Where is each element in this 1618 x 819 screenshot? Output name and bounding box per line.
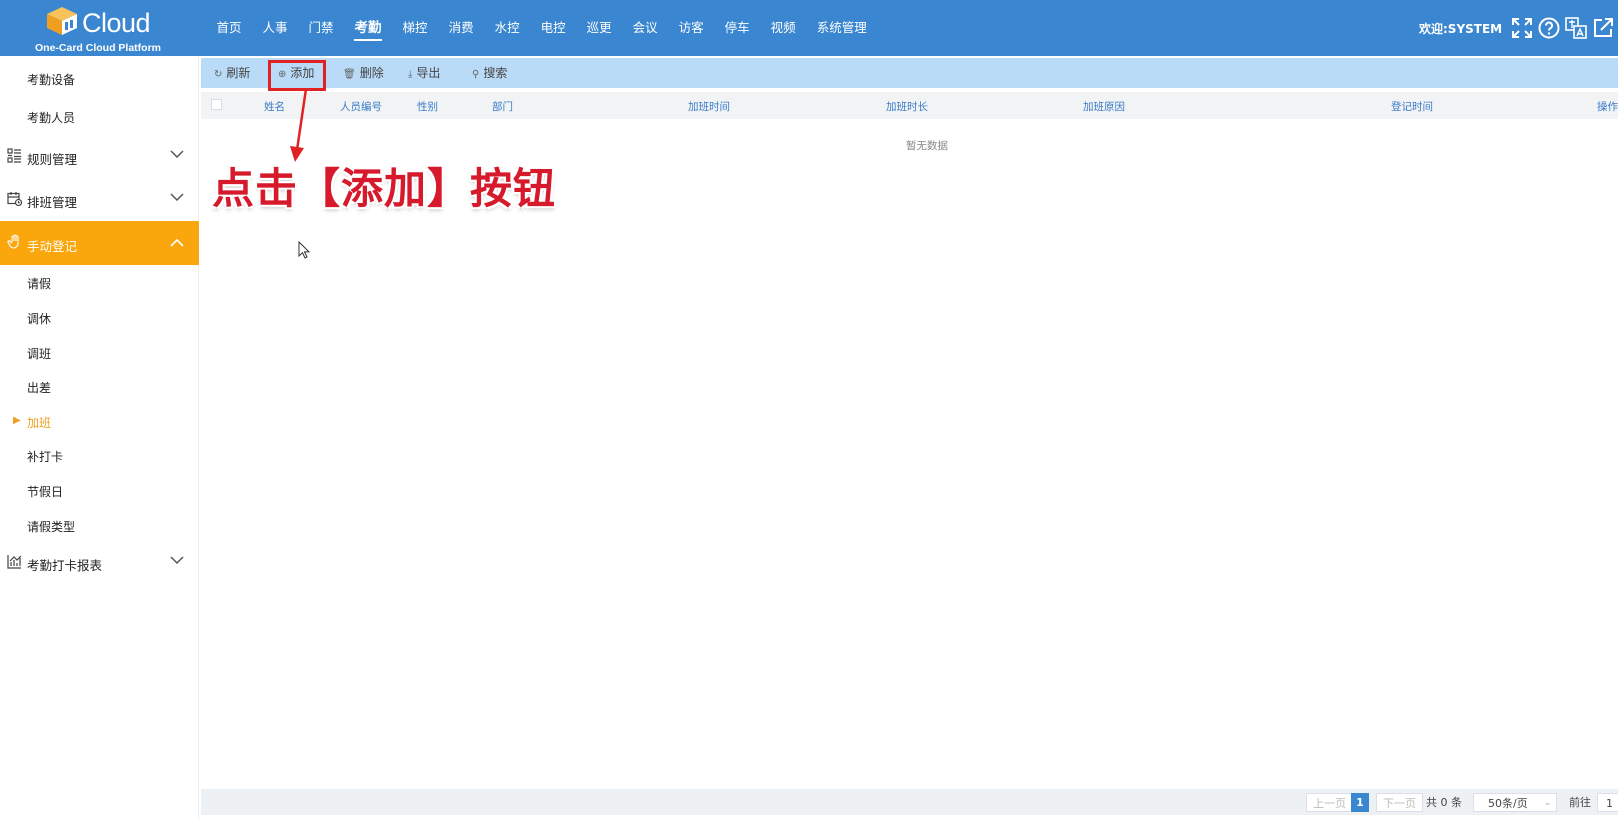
refresh-label: 刷新 [226,66,251,80]
sidebar-item-overtime[interactable]: 加班 [27,414,51,431]
sidebar-item-attendance-device[interactable]: 考勤设备 [27,71,75,88]
page-number-current[interactable]: 1 [1351,793,1369,812]
fullscreen-icon[interactable] [1511,17,1533,39]
welcome-text: 欢迎:SYSTEM [1419,22,1503,36]
nav-power[interactable]: 电控 [530,0,576,56]
sidebar-group-label: 考勤打卡报表 [27,558,103,573]
sidebar-item-shift-swap[interactable]: 调班 [27,345,51,362]
trash-icon: 🗑 [343,69,356,80]
page-size-value: 50条/页 [1488,797,1528,810]
external-link-icon[interactable] [1592,17,1614,39]
annotation-instruction: 点击【添加】按钮 [212,164,557,213]
list-icon [7,148,21,163]
sidebar-group-manual-registration[interactable]: 手动登记 [0,221,199,265]
goto-page-input[interactable]: 1 [1597,793,1618,812]
active-marker-icon: ▶ [13,415,21,426]
nav-patrol[interactable]: 巡更 [576,0,622,56]
calendar-icon [7,192,22,206]
nav-consumption[interactable]: 消费 [438,0,484,56]
nav-visitor[interactable]: 访客 [668,0,714,56]
sidebar-item-business-trip[interactable]: 出差 [27,379,51,396]
refresh-icon: ↻ [214,69,223,80]
sidebar-group-attendance-report[interactable]: 考勤打卡报表 [0,541,199,583]
chevron-down-icon [170,150,184,159]
annotation-arrow [290,88,308,162]
nav-hr[interactable]: 人事 [252,0,298,56]
sidebar-group-label: 排班管理 [27,195,78,210]
column-header-staff-id[interactable]: 人员编号 [340,99,382,114]
language-icon[interactable] [1565,17,1587,39]
nav-access[interactable]: 门禁 [298,0,344,56]
column-header-overtime-duration[interactable]: 加班时长 [886,99,928,114]
sidebar-group-scheduling[interactable]: 排班管理 [0,178,199,220]
nav-meeting[interactable]: 会议 [622,0,668,56]
chevron-down-icon [170,556,184,565]
top-bar: Cloud One-Card Cloud Platform 首页 人事 门禁 考… [0,0,1618,56]
main-nav: 首页 人事 门禁 考勤 梯控 消费 水控 电控 巡更 会议 访客 停车 视频 系… [206,0,877,56]
nav-attendance[interactable]: 考勤 [344,0,392,56]
sidebar-group-label: 规则管理 [27,152,78,167]
sidebar-group-label: 手动登记 [27,239,78,254]
search-button[interactable]: ⚲ 搜索 [472,58,507,88]
logo[interactable]: Cloud One-Card Cloud Platform [34,2,164,54]
chevron-down-icon [170,193,184,202]
select-all-checkbox[interactable] [211,99,222,110]
nav-system[interactable]: 系统管理 [806,0,877,56]
column-header-overtime-time[interactable]: 加班时间 [688,99,730,114]
mouse-cursor-icon [298,241,310,259]
help-icon[interactable] [1538,17,1560,39]
column-header-actions: 操作 [1597,101,1618,113]
nav-water[interactable]: 水控 [484,0,530,56]
total-count: 共 0 条 [1426,796,1462,809]
logo-subtitle: One-Card Cloud Platform [35,42,162,54]
empty-table-text: 暂无数据 [906,140,948,152]
download-icon: ⤓ [408,69,413,80]
sidebar-item-leave[interactable]: 请假 [27,275,51,292]
next-page-button[interactable]: 下一页 [1376,793,1423,812]
chevron-up-icon [170,238,184,247]
sidebar-item-missed-punch[interactable]: 补打卡 [27,448,63,465]
column-header-registered-time[interactable]: 登记时间 [1391,99,1433,114]
nav-parking[interactable]: 停车 [714,0,760,56]
logo-cube-icon [47,7,77,35]
search-label: 搜索 [483,66,508,80]
annotation-highlight-box [268,60,326,91]
page-size-select[interactable]: 50条/页 ⌄ [1473,793,1557,812]
sidebar-group-rules[interactable]: 规则管理 [0,135,199,177]
goto-label: 前往 [1569,796,1591,809]
nav-elevator[interactable]: 梯控 [392,0,438,56]
column-header-department[interactable]: 部门 [492,99,513,114]
nav-home[interactable]: 首页 [206,0,252,56]
refresh-button[interactable]: ↻ 刷新 [214,58,250,88]
search-icon: ⚲ [472,69,480,80]
sidebar-item-attendance-staff[interactable]: 考勤人员 [27,109,75,126]
column-header-name[interactable]: 姓名 [264,99,285,114]
chevron-down-icon: ⌄ [1544,798,1552,808]
hand-icon [7,234,19,249]
nav-video[interactable]: 视频 [760,0,806,56]
column-header-gender[interactable]: 性别 [417,99,438,114]
delete-label: 删除 [359,66,384,80]
column-header-overtime-reason[interactable]: 加班原因 [1083,99,1125,114]
sidebar-item-compensatory-leave[interactable]: 调休 [27,310,51,327]
export-label: 导出 [416,66,441,80]
export-button[interactable]: ⤓ 导出 [408,58,440,88]
sidebar-item-leave-types[interactable]: 请假类型 [27,518,75,535]
logo-text: Cloud [82,8,151,38]
delete-button[interactable]: 🗑 删除 [343,58,384,88]
sidebar-item-holidays[interactable]: 节假日 [27,483,63,500]
prev-page-button[interactable]: 上一页 [1306,793,1353,812]
chart-icon [7,555,22,569]
